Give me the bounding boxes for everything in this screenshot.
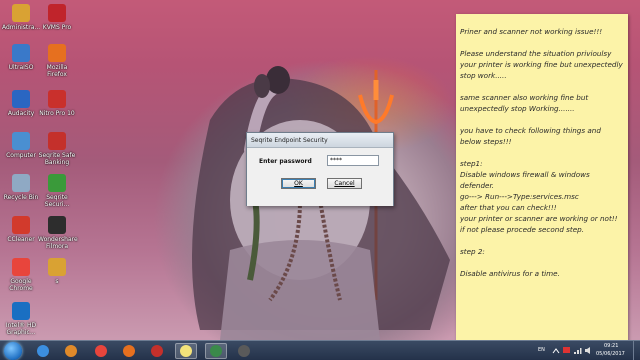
desktop-icon-label: Seqrite Safe Banking xyxy=(38,152,76,166)
folder-icon xyxy=(12,4,30,22)
desktop-icon-label: Intel® HD Graphic... xyxy=(5,322,37,336)
seqrite-icon xyxy=(48,132,66,150)
desktop-icon-label: Audacity xyxy=(7,110,35,117)
desktop-icon[interactable]: Nitro Pro 10 xyxy=(38,90,76,117)
chrome-icon xyxy=(12,258,30,276)
desktop-icon[interactable]: Mozilla Firefox xyxy=(38,44,76,78)
clock-date[interactable]: 05/06/2017 xyxy=(596,351,625,357)
chrome-glyph-icon xyxy=(95,345,107,357)
seqrite-security-icon xyxy=(48,174,66,192)
desktop-icon[interactable]: Audacity xyxy=(2,90,40,117)
computer-icon xyxy=(12,132,30,150)
intel-icon xyxy=(12,302,30,320)
language-indicator[interactable]: EN xyxy=(538,347,545,353)
note-blank-line xyxy=(460,81,624,92)
desktop-icon-label: Administra... xyxy=(2,24,41,31)
desktop-icon-label: Nitro Pro 10 xyxy=(39,110,75,117)
desktop-icon-label: Seqrite Securi... xyxy=(44,194,70,208)
desktop-icon-label: Recycle Bin xyxy=(3,194,39,201)
note-line: Priner and scanner not working issue!!! xyxy=(460,27,603,36)
desktop-icon-label: s xyxy=(55,278,59,285)
chrome-taskbar-icon[interactable] xyxy=(90,343,112,359)
desktop-icon[interactable]: Computer xyxy=(2,132,40,159)
desktop-icon[interactable]: Seqrite Securi... xyxy=(38,174,76,208)
desktop-icon-label: Mozilla Firefox xyxy=(46,64,68,78)
password-dialog: Seqrite Endpoint Security Enter password… xyxy=(246,132,394,206)
nitro-icon xyxy=(48,90,66,108)
firefox-glyph-icon xyxy=(123,345,135,357)
note-line: Disable windows firewall & windows defen… xyxy=(460,170,590,190)
password-input[interactable]: **** xyxy=(327,155,379,166)
filmora-icon xyxy=(48,216,66,234)
disc-icon xyxy=(12,44,30,62)
dialog-title[interactable]: Seqrite Endpoint Security xyxy=(247,133,393,148)
filmora-taskbar-icon[interactable] xyxy=(233,343,255,359)
folder-icon xyxy=(48,258,66,276)
note-line: step1: xyxy=(460,159,483,168)
action-center-icon[interactable] xyxy=(562,346,571,355)
seqrite-endpoint-taskbar-icon[interactable] xyxy=(205,343,227,359)
desktop-icon-label: UltraISO xyxy=(8,64,34,71)
password-label: Enter password xyxy=(259,158,312,165)
cancel-button[interactable]: Cancel xyxy=(327,178,362,189)
seqrite-taskbar-icon[interactable] xyxy=(146,343,168,359)
start-button[interactable] xyxy=(4,342,22,360)
network-icon[interactable] xyxy=(573,346,582,355)
ie-glyph-icon xyxy=(37,345,49,357)
note-blank-line xyxy=(460,114,624,125)
recycle-bin-icon xyxy=(12,174,30,192)
desktop-icon[interactable]: s xyxy=(38,258,76,285)
note-line: Disable antivirus for a time. xyxy=(460,269,560,278)
filmora-glyph-icon xyxy=(238,345,250,357)
volume-icon[interactable] xyxy=(584,346,593,355)
note-line: go---> Run--->Type:services.msc xyxy=(460,192,579,201)
kvms-icon xyxy=(48,4,66,22)
ok-button[interactable]: OK xyxy=(281,178,316,189)
desktop-icon[interactable]: Wondershare Filmora xyxy=(38,216,78,250)
note-line: you have to check following things and b… xyxy=(460,126,601,146)
desktop-icon[interactable]: UltraISO xyxy=(2,44,40,71)
ccleaner-icon xyxy=(12,216,30,234)
seqrite-glyph-icon xyxy=(151,345,163,357)
desktop-icon-label: Wondershare Filmora xyxy=(38,236,78,250)
desktop-icon-label: Computer xyxy=(6,152,36,159)
note-blank-line xyxy=(460,257,624,268)
note-blank-line xyxy=(460,37,624,48)
media-player-taskbar-icon[interactable] xyxy=(60,343,82,359)
note-line: after that you can check!!! xyxy=(460,203,557,212)
up-arrow-icon[interactable] xyxy=(552,347,560,355)
desktop-icon-label: CCleaner xyxy=(7,236,35,243)
note-line: same scanner also working fine but unexp… xyxy=(460,93,589,113)
desktop-icon[interactable]: Seqrite Safe Banking xyxy=(38,132,76,166)
sticky-notes-taskbar-icon[interactable] xyxy=(175,343,197,359)
note-blank-line xyxy=(460,235,624,246)
note-blank-line xyxy=(460,147,624,158)
taskbar: EN 09:21 05/06/2017 xyxy=(0,340,640,360)
headphones-icon xyxy=(12,90,30,108)
desktop-icon-label: Google Chrome xyxy=(9,278,33,292)
sticky-notes-glyph-icon xyxy=(180,345,192,357)
desktop-icon[interactable]: Intel® HD Graphic... xyxy=(2,302,40,336)
note-line: if not please procede second step. xyxy=(460,225,585,234)
desktop-icon[interactable]: Recycle Bin xyxy=(2,174,40,201)
clock-time[interactable]: 09:21 xyxy=(604,343,618,349)
firefox-icon xyxy=(48,44,66,62)
desktop-icon[interactable]: Administra... xyxy=(2,4,40,31)
desktop-icon[interactable]: CCleaner xyxy=(2,216,40,243)
show-desktop-button[interactable] xyxy=(633,341,640,360)
desktop-icon[interactable]: Google Chrome xyxy=(2,258,40,292)
ie-taskbar-icon[interactable] xyxy=(32,343,54,359)
desktop-icon-label: KVMS Pro xyxy=(42,24,72,31)
seqrite-endpoint-glyph-icon xyxy=(210,345,222,357)
note-line: Please understand the situation privioul… xyxy=(460,49,623,80)
desktop-icon[interactable]: KVMS Pro xyxy=(38,4,76,31)
sticky-note[interactable]: Priner and scanner not working issue!!! P… xyxy=(456,14,628,344)
firefox-taskbar-icon[interactable] xyxy=(118,343,140,359)
note-line: step 2: xyxy=(460,247,485,256)
dialog-body: Enter password **** OK Cancel xyxy=(247,148,393,206)
note-line: your printer or scanner are working or n… xyxy=(460,214,618,223)
media-player-glyph-icon xyxy=(65,345,77,357)
